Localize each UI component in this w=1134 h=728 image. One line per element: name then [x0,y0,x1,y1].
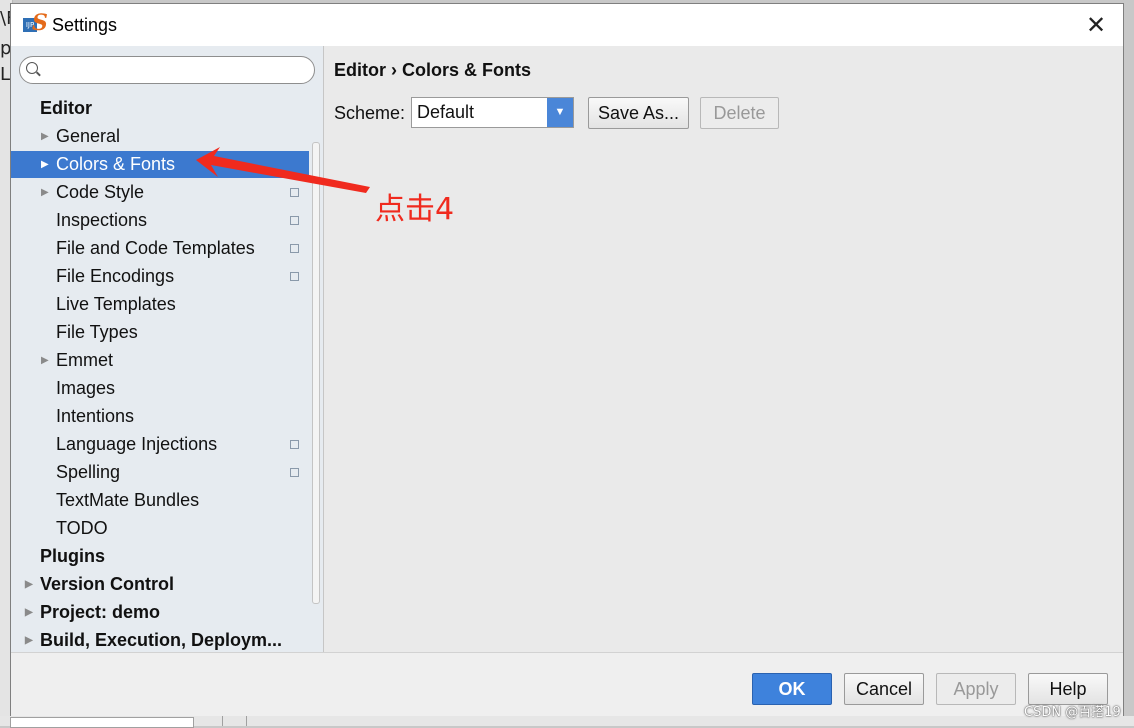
window-title: Settings [52,15,118,35]
scheme-label: Scheme: [334,103,406,123]
project-settings-icon [288,242,299,253]
tree-item-label: General [56,126,121,146]
chevron-right-icon[interactable]: ▶ [25,627,33,654]
project-settings-icon [288,186,299,197]
background-divider [246,716,247,726]
ok-button[interactable]: OK [752,673,832,705]
tree-item[interactable]: ▶ General [11,123,309,150]
tree-item-label: TODO [56,518,108,538]
tree-item[interactable]: ▶ Build, Execution, Deploym... [11,627,309,654]
tree-item-label: Editor [40,98,92,118]
settings-dialog: IJP S Settings ✕ Editor ▶ General ▶ Colors &… [10,3,1124,716]
tree-item[interactable]: TextMate Bundles [11,487,309,514]
tree-item-label: Build, Execution, Deploym... [40,630,283,650]
tree-item-label: File Types [56,322,138,342]
scheme-dropdown[interactable]: Default ▼ [411,97,574,128]
tree-item-label: Colors & Fonts [56,154,176,174]
tree-item[interactable]: Live Templates [11,291,309,318]
save-as-button[interactable]: Save As... [588,97,689,129]
tree-item[interactable]: TODO [11,515,309,542]
tree-item[interactable]: File Types [11,319,309,346]
tree-item[interactable]: Inspections [11,207,309,234]
chevron-right-icon[interactable]: ▶ [41,151,49,178]
search-icon [26,62,38,74]
tree-item-label: Emmet [56,350,114,370]
background-input [10,717,194,728]
breadcrumb: Editor › Colors & Fonts [334,60,531,80]
tree-item-label: File Encodings [56,266,175,286]
background-divider [222,716,223,726]
delete-button[interactable]: Delete [700,97,779,129]
tree-item-label: Plugins [40,546,106,566]
tree-item-label: Live Templates [56,294,176,314]
chevron-right-icon[interactable]: ▶ [25,599,33,626]
tree-item[interactable]: Intentions [11,403,309,430]
apply-button[interactable]: Apply [936,673,1016,705]
tree-item-label: Language Injections [56,434,218,454]
tree-item[interactable]: ▶ Code Style [11,179,309,206]
search-input[interactable] [44,60,310,82]
dialog-footer: OK Cancel Apply Help [11,652,1123,716]
tree-item[interactable]: Images [11,375,309,402]
settings-search-box[interactable] [19,56,315,84]
tree-item[interactable]: File and Code Templates [11,235,309,262]
tree-item-label: Version Control [40,574,175,594]
tree-item-label: Spelling [56,462,121,482]
tree-item-label: Inspections [56,210,148,230]
tree-item-label: Images [56,378,116,398]
tree-item-label: TextMate Bundles [56,490,200,510]
tree-item[interactable]: Plugins [11,543,309,570]
tree-item[interactable]: Language Injections [11,431,309,458]
sidebar-scrollbar[interactable] [312,142,320,604]
tree-item-label: File and Code Templates [56,238,255,258]
tree-item-label: Intentions [56,406,135,426]
chevron-right-icon[interactable]: ▶ [25,571,33,598]
project-settings-icon [288,466,299,477]
project-settings-icon [288,270,299,281]
tree-item[interactable]: Editor [11,95,309,122]
chevron-right-icon[interactable]: ▶ [41,179,49,206]
settings-sidebar: Editor ▶ General ▶ Colors & Fonts ▶ Code Style… [11,46,324,652]
tree-item[interactable]: ▶ Version Control [11,571,309,598]
close-icon[interactable]: ✕ [1083,12,1109,38]
title-bar[interactable]: IJP S Settings ✕ [11,4,1123,46]
tree-item-label: Code Style [56,182,145,202]
app-icon-s-glyph: S [32,10,48,36]
chevron-down-icon[interactable]: ▼ [547,98,573,127]
tree-item-label: Project: demo [40,602,161,622]
cancel-button[interactable]: Cancel [844,673,924,705]
annotation-text: 点击4 [375,192,455,227]
scheme-selected-value: Default [417,102,475,122]
tree-item[interactable]: ▶ Project: demo [11,599,309,626]
tree-item[interactable]: ▶ Colors & Fonts [11,151,309,178]
settings-content-panel: Editor › Colors & Fonts Scheme: Default … [324,46,1123,652]
tree-item[interactable]: ▶ Emmet [11,347,309,374]
chevron-right-icon[interactable]: ▶ [41,123,49,150]
tree-item[interactable]: File Encodings [11,263,309,290]
tree-item[interactable]: Spelling [11,459,309,486]
project-settings-icon [288,438,299,449]
intellij-app-icon: IJP S [23,10,48,37]
watermark: CSDN @百搭19 [1024,705,1121,720]
project-settings-icon [288,214,299,225]
chevron-right-icon[interactable]: ▶ [41,347,49,374]
